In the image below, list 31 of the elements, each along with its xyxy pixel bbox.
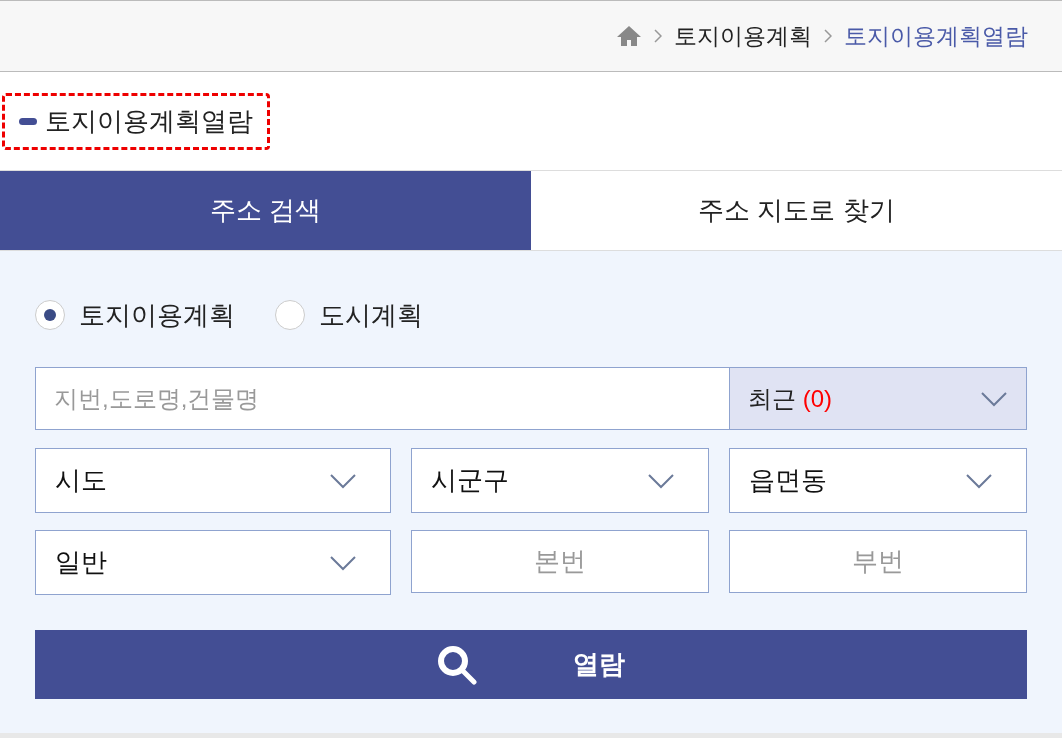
- select-value: 일반: [55, 546, 107, 579]
- search-icon: [437, 644, 477, 685]
- chevron-down-icon: [329, 472, 357, 489]
- view-button[interactable]: 열람: [35, 630, 1027, 699]
- tab[interactable]: 주소 검색: [0, 171, 531, 250]
- select-dropdown[interactable]: 시도: [35, 448, 391, 513]
- chevron-right-icon: [824, 29, 832, 43]
- select-dropdown[interactable]: 일반: [35, 530, 391, 595]
- recent-dropdown[interactable]: 최근 (0): [730, 367, 1027, 430]
- page-title: 토지이용계획열람: [2, 92, 270, 150]
- number-field[interactable]: 본번: [411, 530, 709, 593]
- search-field[interactable]: 지번,도로명,건물명: [35, 367, 730, 430]
- radio-label[interactable]: 토지이용계획: [79, 295, 235, 335]
- recent-label: 최근 (0): [748, 383, 832, 414]
- select-value: 시군구: [431, 464, 509, 497]
- radio-button[interactable]: [275, 300, 305, 330]
- chevron-down-icon: [329, 554, 357, 571]
- chevron-down-icon: [965, 472, 993, 489]
- breadcrumb-link[interactable]: 토지이용계획열람: [844, 18, 1028, 54]
- chevron-right-icon: [654, 29, 662, 43]
- home-icon[interactable]: [616, 25, 642, 47]
- chevron-down-icon: [980, 390, 1008, 407]
- select-dropdown[interactable]: 시군구: [411, 448, 709, 513]
- select-dropdown[interactable]: 읍면동: [729, 448, 1027, 513]
- select-value: 시도: [55, 464, 107, 497]
- radio-label[interactable]: 도시계획: [319, 295, 423, 335]
- breadcrumb-link[interactable]: 토지이용계획: [674, 18, 812, 54]
- number-field[interactable]: 부번: [729, 530, 1027, 593]
- select-value: 읍면동: [749, 464, 827, 497]
- radio-button[interactable]: [35, 300, 65, 330]
- chevron-down-icon: [647, 472, 675, 489]
